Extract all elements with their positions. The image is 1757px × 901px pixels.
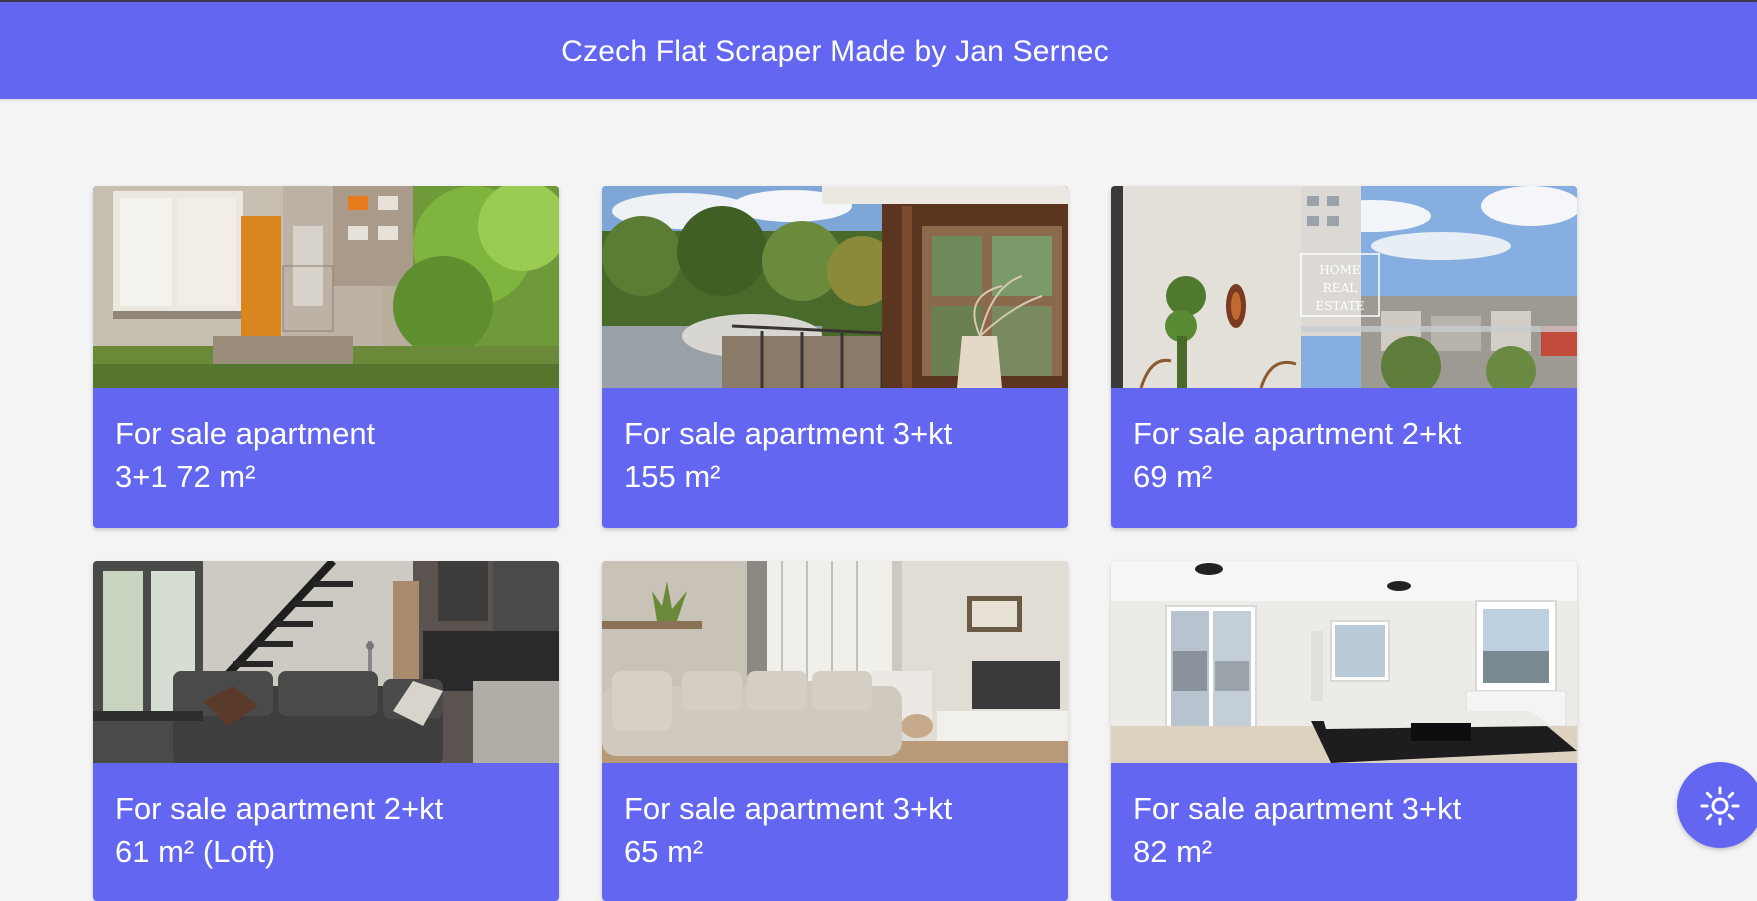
listing-card[interactable]: HOME REAL ESTATE For sale apartment 2+kt… (1111, 186, 1577, 528)
svg-text:ESTATE: ESTATE (1315, 299, 1364, 313)
listing-card[interactable]: For sale apartment 3+kt 82 m² (1111, 561, 1577, 901)
listing-title: For sale apartment 3+1 72 m² (115, 412, 535, 498)
listing-photo-bright-kitchen-room (1111, 561, 1577, 763)
listing-title: For sale apartment 2+kt 69 m² (1133, 412, 1553, 498)
listing-title: For sale apartment 3+kt 155 m² (624, 412, 1044, 498)
listing-title-line2: 3+1 72 m² (115, 459, 256, 494)
listing-title-line1: For sale apartment 2+kt (1133, 416, 1462, 451)
listing-title-line2: 65 m² (624, 834, 704, 869)
listing-title-line2: 82 m² (1133, 834, 1213, 869)
svg-text:HOME: HOME (1319, 263, 1360, 277)
listing-title-line1: For sale apartment 3+kt (624, 791, 953, 826)
listing-title: For sale apartment 3+kt 65 m² (624, 787, 1044, 873)
listing-photo-living-room-sofa-tv (602, 561, 1068, 763)
listing-photo-balcony-forest-view (602, 186, 1068, 388)
listing-photo-garden-terrace (93, 186, 559, 388)
listing-card[interactable]: For sale apartment 2+kt 61 m² (Loft) (93, 561, 559, 901)
listing-card[interactable]: For sale apartment 3+kt 155 m² (602, 186, 1068, 528)
listing-title-line2: 61 m² (Loft) (115, 834, 276, 869)
sun-icon (1700, 786, 1740, 826)
listing-title-line1: For sale apartment 3+kt (624, 416, 953, 451)
listing-photo-loft-living-room (93, 561, 559, 763)
page-title: Czech Flat Scraper Made by Jan Sernec (561, 35, 1109, 68)
app-header: Czech Flat Scraper Made by Jan Sernec (0, 2, 1757, 99)
svg-text:REAL: REAL (1323, 281, 1357, 295)
listing-title: For sale apartment 2+kt 61 m² (Loft) (115, 787, 535, 873)
listing-title: For sale apartment 3+kt 82 m² (1133, 787, 1553, 873)
listing-title-line1: For sale apartment 3+kt (1133, 791, 1462, 826)
listing-card[interactable]: For sale apartment 3+1 72 m² (93, 186, 559, 528)
listing-title-line1: For sale apartment (115, 416, 376, 451)
listing-title-line2: 155 m² (624, 459, 721, 494)
listing-title-line2: 69 m² (1133, 459, 1213, 494)
listing-card[interactable]: For sale apartment 3+kt 65 m² (602, 561, 1068, 901)
theme-toggle-button[interactable] (1677, 762, 1757, 848)
listing-photo-balcony-city-view: HOME REAL ESTATE (1111, 186, 1577, 388)
listing-title-line1: For sale apartment 2+kt (115, 791, 444, 826)
